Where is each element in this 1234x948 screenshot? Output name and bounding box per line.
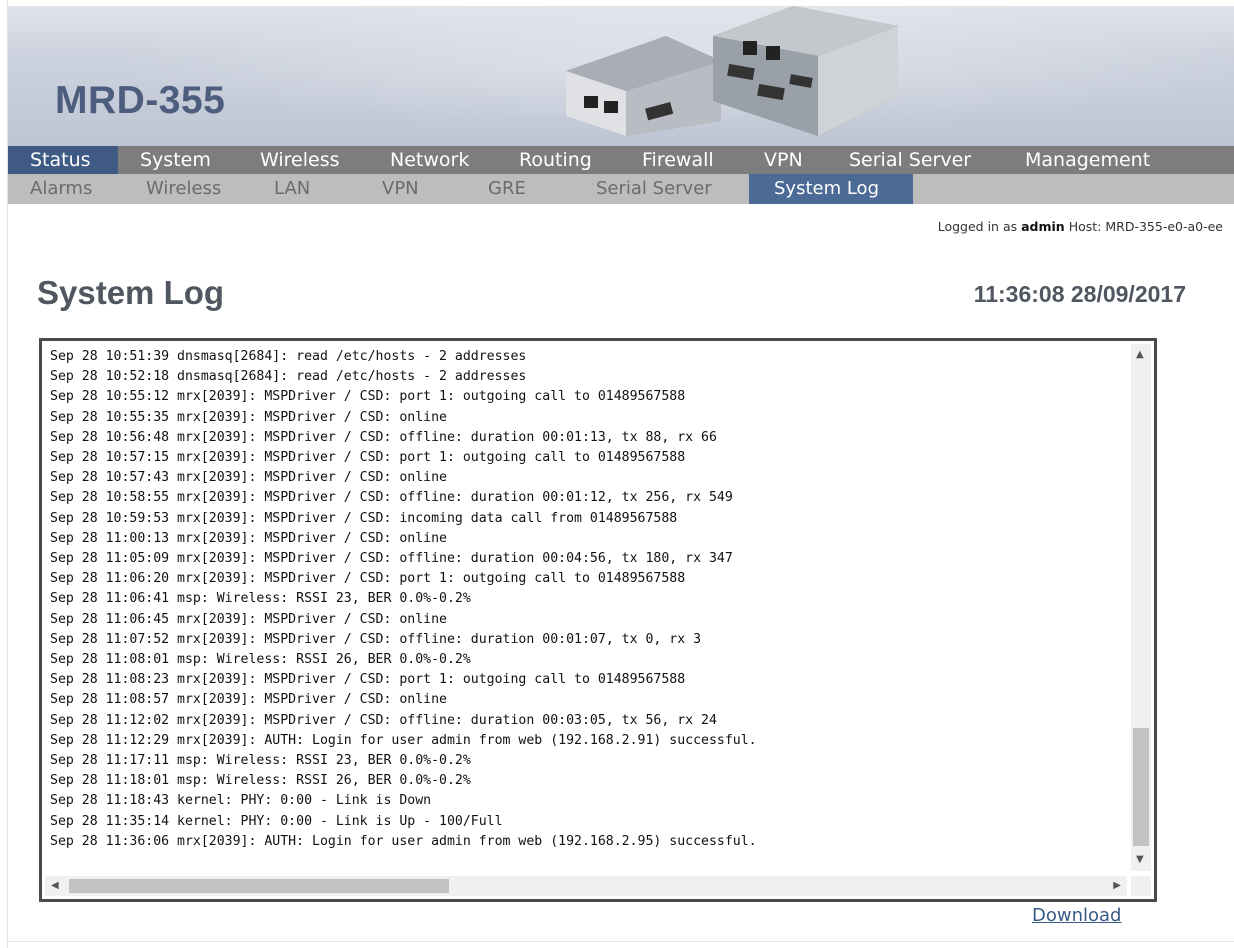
brand-title: MRD-355 bbox=[55, 79, 226, 122]
log-line: Sep 28 11:08:01 msp: Wireless: RSSI 26, … bbox=[50, 652, 471, 668]
scroll-up-icon[interactable]: ▲ bbox=[1136, 350, 1144, 360]
log-viewer[interactable]: Sep 28 10:51:39 dnsmasq[2684]: read /etc… bbox=[39, 338, 1157, 902]
scrollbar-corner bbox=[1131, 876, 1151, 896]
footer-divider bbox=[8, 941, 1234, 942]
download-link[interactable]: Download bbox=[1032, 905, 1121, 926]
log-line: Sep 28 10:57:43 mrx[2039]: MSPDriver / C… bbox=[50, 470, 447, 486]
router-device-image-2 bbox=[713, 6, 898, 136]
subnav-wireless[interactable]: Wireless bbox=[146, 174, 221, 204]
main-nav: Status System Wireless Network Routing F… bbox=[8, 146, 1234, 174]
log-line: Sep 28 10:55:12 mrx[2039]: MSPDriver / C… bbox=[50, 389, 686, 405]
log-line: Sep 28 11:36:06 mrx[2039]: AUTH: Login f… bbox=[50, 833, 757, 849]
log-line: Sep 28 11:06:20 mrx[2039]: MSPDriver / C… bbox=[50, 571, 686, 587]
subnav-gre[interactable]: GRE bbox=[488, 174, 526, 204]
log-line: Sep 28 11:05:09 mrx[2039]: MSPDriver / C… bbox=[50, 551, 733, 567]
log-line: Sep 28 11:07:52 mrx[2039]: MSPDriver / C… bbox=[50, 631, 702, 647]
subnav-alarms[interactable]: Alarms bbox=[30, 174, 92, 204]
log-line: Sep 28 11:35:14 kernel: PHY: 0:00 - Link… bbox=[50, 813, 503, 829]
nav-routing[interactable]: Routing bbox=[519, 146, 592, 174]
log-line: Sep 28 11:12:29 mrx[2039]: AUTH: Login f… bbox=[50, 732, 757, 748]
nav-vpn[interactable]: VPN bbox=[764, 146, 803, 174]
vertical-scrollbar[interactable]: ▲ ▼ bbox=[1131, 344, 1151, 871]
horizontal-scroll-thumb[interactable] bbox=[69, 879, 449, 893]
nav-management[interactable]: Management bbox=[1025, 146, 1150, 174]
log-line: Sep 28 10:55:35 mrx[2039]: MSPDriver / C… bbox=[50, 409, 447, 425]
nav-serial-server[interactable]: Serial Server bbox=[849, 146, 971, 174]
session-info: Logged in as admin Host: MRD-355-e0-a0-e… bbox=[938, 219, 1223, 234]
subnav-system-log[interactable]: System Log bbox=[749, 174, 913, 204]
header-banner: MRD-355 bbox=[8, 6, 1234, 146]
vertical-scroll-thumb[interactable] bbox=[1133, 728, 1149, 846]
log-line: Sep 28 10:51:39 dnsmasq[2684]: read /etc… bbox=[50, 349, 527, 364]
nav-system[interactable]: System bbox=[140, 146, 211, 174]
datetime: 11:36:08 28/09/2017 bbox=[973, 281, 1186, 307]
nav-status[interactable]: Status bbox=[8, 146, 118, 174]
log-text: Sep 28 10:51:39 dnsmasq[2684]: read /etc… bbox=[50, 347, 1126, 852]
log-line: Sep 28 11:00:13 mrx[2039]: MSPDriver / C… bbox=[50, 530, 447, 546]
subnav-serial-server[interactable]: Serial Server bbox=[596, 174, 712, 204]
subnav-vpn[interactable]: VPN bbox=[382, 174, 419, 204]
log-line: Sep 28 11:08:23 mrx[2039]: MSPDriver / C… bbox=[50, 672, 686, 688]
log-line: Sep 28 11:06:45 mrx[2039]: MSPDriver / C… bbox=[50, 611, 447, 627]
log-line: Sep 28 11:18:01 msp: Wireless: RSSI 26, … bbox=[50, 773, 471, 789]
log-line: Sep 28 10:59:53 mrx[2039]: MSPDriver / C… bbox=[50, 510, 678, 526]
log-line: Sep 28 11:18:43 kernel: PHY: 0:00 - Link… bbox=[50, 793, 432, 809]
page-title: System Log bbox=[37, 274, 225, 311]
nav-firewall[interactable]: Firewall bbox=[642, 146, 714, 174]
login-user: admin bbox=[1021, 219, 1065, 234]
host-label: Host: bbox=[1068, 219, 1102, 234]
log-line: Sep 28 10:56:48 mrx[2039]: MSPDriver / C… bbox=[50, 429, 717, 445]
scroll-left-icon[interactable]: ◀ bbox=[51, 881, 59, 891]
nav-wireless[interactable]: Wireless bbox=[260, 146, 340, 174]
log-line: Sep 28 10:57:15 mrx[2039]: MSPDriver / C… bbox=[50, 450, 686, 466]
log-line: Sep 28 10:58:55 mrx[2039]: MSPDriver / C… bbox=[50, 490, 733, 506]
log-line: Sep 28 11:12:02 mrx[2039]: MSPDriver / C… bbox=[50, 712, 717, 728]
sub-nav: Alarms Wireless LAN VPN GRE Serial Serve… bbox=[8, 174, 1234, 204]
scroll-down-icon[interactable]: ▼ bbox=[1136, 855, 1144, 865]
horizontal-scrollbar[interactable]: ◀ ▶ bbox=[45, 876, 1127, 896]
log-line: Sep 28 10:52:18 dnsmasq[2684]: read /etc… bbox=[50, 369, 527, 385]
subnav-lan[interactable]: LAN bbox=[274, 174, 310, 204]
scroll-right-icon[interactable]: ▶ bbox=[1113, 881, 1121, 891]
nav-network[interactable]: Network bbox=[390, 146, 469, 174]
login-prefix: Logged in as bbox=[937, 219, 1018, 234]
host-name: MRD-355-e0-a0-ee bbox=[1105, 219, 1223, 234]
log-line: Sep 28 11:06:41 msp: Wireless: RSSI 23, … bbox=[50, 591, 471, 607]
log-line: Sep 28 11:08:57 mrx[2039]: MSPDriver / C… bbox=[50, 692, 447, 708]
log-line: Sep 28 11:17:11 msp: Wireless: RSSI 23, … bbox=[50, 753, 471, 769]
